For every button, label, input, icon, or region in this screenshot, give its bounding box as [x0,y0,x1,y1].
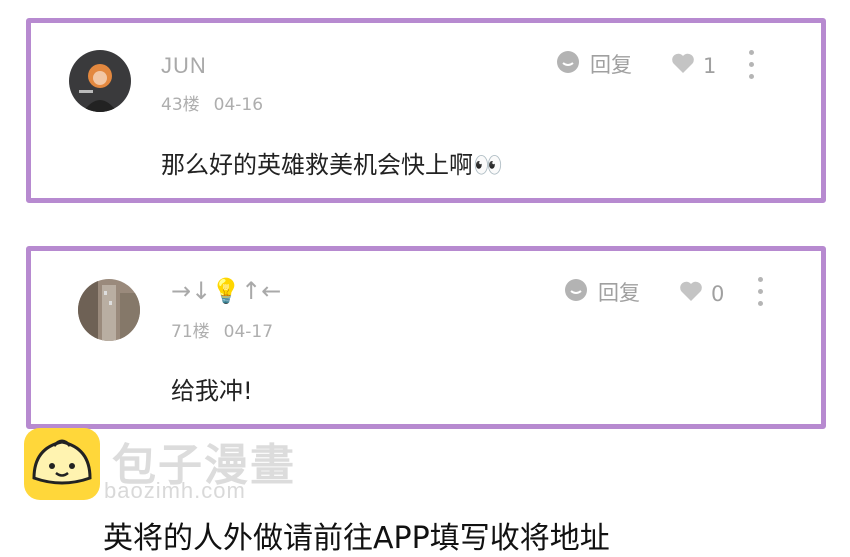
like-count: 0 [711,281,725,306]
comment-card: JUN 43楼 04-16 那么好的英雄救美机会快上啊👀 回复 1 [26,18,826,203]
like-button[interactable]: 1 [671,52,716,79]
comment-date: 04-17 [223,322,274,342]
reply-label: 回复 [590,53,632,77]
more-options-icon[interactable] [745,48,759,82]
floor-number: 71楼 [171,322,210,342]
username[interactable]: →↓💡↑← [171,277,281,305]
reply-button[interactable]: 回复 [564,277,640,307]
floor-number: 43楼 [161,95,200,115]
watermark: 包子漫畫 baozimh.com [24,428,334,506]
comment-date: 04-16 [213,95,264,115]
comment-meta: 71楼 04-17 [171,317,273,342]
more-options-icon[interactable] [754,275,768,309]
heart-icon [671,52,695,79]
comment-text: 给我冲! [171,377,253,405]
avatar[interactable] [69,50,131,112]
heart-icon [679,280,703,307]
like-count: 1 [703,53,717,78]
username[interactable]: JUN [161,53,207,79]
bun-logo-icon [24,428,100,500]
watermark-url: baozimh.com [104,478,246,503]
footer-partial-text: 英将的人外做请前往APP填写收将地址 [103,521,610,556]
reply-icon [564,278,588,307]
like-button[interactable]: 0 [679,280,724,307]
avatar[interactable] [78,279,140,341]
comment-meta: 43楼 04-16 [161,90,263,115]
comment-text: 那么好的英雄救美机会快上啊👀 [161,151,503,179]
reply-button[interactable]: 回复 [556,49,632,79]
reply-label: 回复 [598,281,640,305]
reply-icon [556,50,580,79]
comment-card: →↓💡↑← 71楼 04-17 给我冲! 回复 0 [26,246,826,429]
